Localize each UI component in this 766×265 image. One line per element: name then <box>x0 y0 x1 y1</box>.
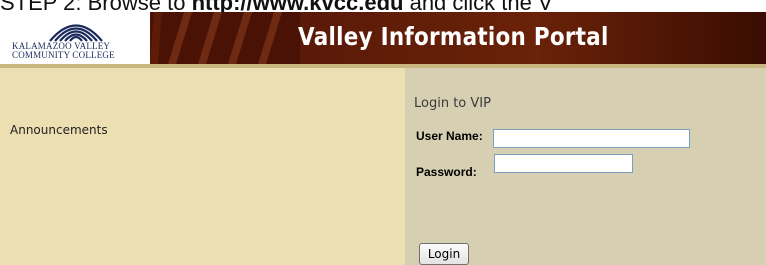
password-label: Password: <box>416 165 477 179</box>
decorative-stripes <box>150 12 300 64</box>
announcements-panel: Announcements <box>0 64 405 265</box>
announcements-heading: Announcements <box>10 123 108 137</box>
username-label: User Name: <box>416 129 483 143</box>
header-banner: KALAMAZOO VALLEY COMMUNITY COLLEGE Valle… <box>0 12 766 64</box>
college-logo[interactable]: KALAMAZOO VALLEY COMMUNITY COLLEGE <box>0 12 150 64</box>
login-button[interactable]: Login <box>419 243 469 265</box>
username-input[interactable] <box>493 129 690 148</box>
instruction-prefix: STEP 2: Browse to <box>0 0 192 12</box>
login-title: Login to VIP <box>414 96 491 111</box>
instruction-text: STEP 2: Browse to http://www.kvcc.edu an… <box>0 0 766 12</box>
instruction-suffix: and click the V <box>403 0 553 12</box>
portal-title: Valley Information Portal <box>298 22 609 51</box>
instruction-url: http://www.kvcc.edu <box>192 0 404 12</box>
college-arches-logo-icon <box>49 24 103 42</box>
logo-text: KALAMAZOO VALLEY COMMUNITY COLLEGE <box>12 42 115 60</box>
password-input[interactable] <box>494 154 633 173</box>
logo-line2: COMMUNITY COLLEGE <box>12 50 115 60</box>
login-panel: Login to VIP User Name: Password: Login <box>405 64 766 265</box>
